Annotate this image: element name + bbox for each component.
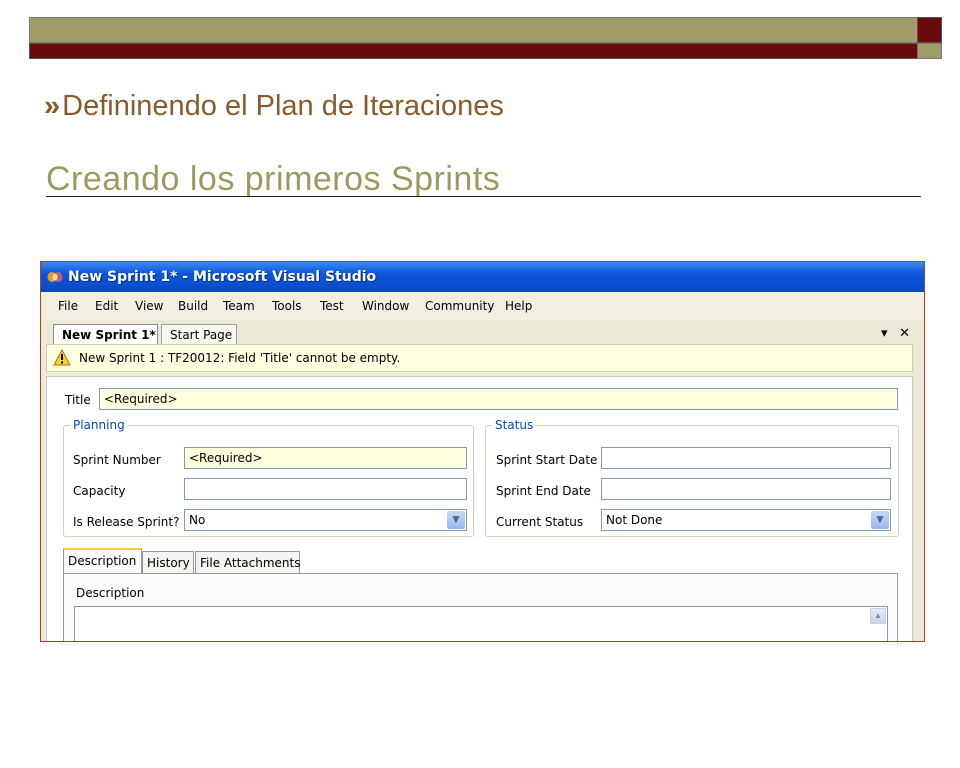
- warning-bar: New Sprint 1 : TF20012: Field 'Title' ca…: [46, 344, 913, 372]
- chevron-down-icon[interactable]: ▼: [447, 511, 465, 529]
- start-date-label: Sprint Start Date: [496, 453, 598, 467]
- tab-start-page[interactable]: Start Page: [161, 324, 237, 344]
- menu-view[interactable]: View: [135, 299, 163, 313]
- menu-window[interactable]: Window: [362, 299, 409, 313]
- end-date-label: Sprint End Date: [496, 484, 591, 498]
- capacity-label: Capacity: [73, 484, 126, 498]
- status-legend: Status: [492, 418, 537, 432]
- current-status-value: Not Done: [606, 513, 663, 527]
- menu-build[interactable]: Build: [178, 299, 208, 313]
- visual-studio-icon: [47, 272, 63, 282]
- warning-message: New Sprint 1 : TF20012: Field 'Title' ca…: [79, 351, 401, 365]
- release-sprint-value: No: [189, 513, 206, 527]
- menu-tools[interactable]: Tools: [272, 299, 302, 313]
- capacity-field[interactable]: [184, 478, 467, 500]
- chevron-down-icon[interactable]: ▾: [881, 325, 888, 340]
- title-label: Title: [65, 393, 91, 407]
- window-title: New Sprint 1* - Microsoft Visual Studio: [68, 269, 377, 285]
- tab-controls: ▾ ✕: [873, 325, 910, 341]
- subtitle-underline: [46, 196, 921, 197]
- menu-bar: File Edit View Build Team Tools Test Win…: [41, 292, 924, 320]
- tab-new-sprint[interactable]: New Sprint 1*: [53, 324, 158, 344]
- release-sprint-label: Is Release Sprint?: [73, 515, 180, 529]
- warning-icon: [53, 349, 71, 366]
- header-bar-bottom: [29, 43, 942, 59]
- slide-title-text: Defininendo el Plan de Iteraciones: [62, 90, 504, 122]
- sprint-number-field[interactable]: <Required>: [184, 447, 467, 469]
- slide-title: » Defininendo el Plan de Iteraciones: [44, 90, 504, 123]
- planning-legend: Planning: [70, 418, 128, 432]
- document-tabstrip: New Sprint 1* Start Page ▾ ✕: [41, 320, 924, 344]
- title-field[interactable]: <Required>: [99, 388, 898, 410]
- menu-edit[interactable]: Edit: [95, 299, 118, 313]
- menu-test[interactable]: Test: [320, 299, 344, 313]
- description-textarea[interactable]: ▲: [74, 606, 888, 641]
- window-titlebar[interactable]: New Sprint 1* - Microsoft Visual Studio: [41, 262, 924, 292]
- sprint-number-label: Sprint Number: [73, 453, 161, 467]
- header-bar-square: [917, 17, 942, 43]
- close-icon[interactable]: ✕: [899, 325, 910, 340]
- menu-help[interactable]: Help: [505, 299, 532, 313]
- menu-community[interactable]: Community: [425, 299, 494, 313]
- description-label: Description: [76, 586, 145, 600]
- header-bar-square-lower: [917, 43, 942, 59]
- work-item-form: Title <Required> Planning Sprint Number …: [46, 376, 913, 641]
- current-status-select[interactable]: Not Done ▼: [601, 509, 891, 531]
- header-bar-top: [29, 17, 942, 43]
- start-date-field[interactable]: [601, 447, 891, 469]
- description-panel: Description ▲: [63, 573, 898, 641]
- vs-window: New Sprint 1* - Microsoft Visual Studio …: [40, 261, 925, 642]
- tab-history[interactable]: History: [142, 551, 194, 573]
- chevron-down-icon[interactable]: ▼: [871, 511, 889, 529]
- end-date-field[interactable]: [601, 478, 891, 500]
- tab-description[interactable]: Description: [63, 548, 142, 573]
- slide-subtitle: Creando los primeros Sprints: [46, 160, 501, 198]
- tab-file-attachments[interactable]: File Attachments: [195, 551, 301, 573]
- release-sprint-select[interactable]: No ▼: [184, 509, 467, 531]
- current-status-label: Current Status: [496, 515, 584, 529]
- menu-file[interactable]: File: [58, 299, 78, 313]
- menu-team[interactable]: Team: [223, 299, 255, 313]
- scroll-up-icon[interactable]: ▲: [870, 608, 886, 624]
- bullet-chevron-icon: »: [44, 90, 60, 122]
